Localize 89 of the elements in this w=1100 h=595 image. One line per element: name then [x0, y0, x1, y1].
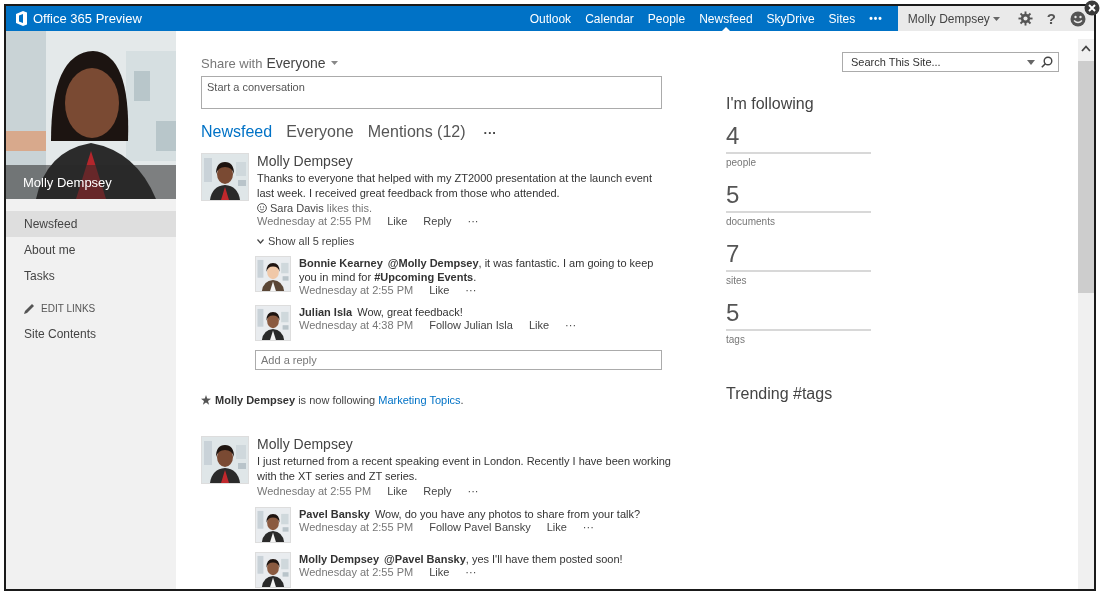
action-link[interactable]: Reply: [423, 215, 452, 227]
search-icon[interactable]: [1041, 56, 1053, 68]
caret-icon[interactable]: [1027, 60, 1035, 65]
action-link[interactable]: Like: [387, 215, 408, 227]
edit-links-link[interactable]: EDIT LINKS: [41, 303, 96, 314]
timestamp: Wednesday at 2:55 PM: [299, 284, 414, 296]
topic-link[interactable]: Marketing Topics: [378, 394, 461, 406]
pencil-icon: [24, 303, 35, 314]
nav-link[interactable]: Outlook: [522, 6, 579, 31]
post-text: I just returned from a recent speaking event in London. Recently I have been working with the XT series and ZT series.: [257, 454, 671, 484]
author-link[interactable]: Bonnie Kearney: [299, 257, 383, 269]
reply-field[interactable]: Add a reply: [255, 350, 662, 370]
sidebar-item[interactable]: Newsfeed: [6, 211, 176, 237]
action-link[interactable]: Follow Julian Isla: [429, 319, 513, 331]
audience-dropdown[interactable]: Everyone: [266, 55, 338, 71]
feed-tab[interactable]: Newsfeed: [201, 123, 273, 141]
nav-link[interactable]: SkyDrive: [759, 6, 822, 31]
search-field[interactable]: Search This Site...: [842, 52, 1059, 72]
sidebar-item[interactable]: About me: [6, 237, 176, 263]
chevron-down-icon: [257, 238, 264, 244]
action-link[interactable]: Like: [528, 319, 550, 331]
smiley-icon: [257, 203, 267, 213]
timestamp: Wednesday at 2:55 PM: [299, 566, 414, 578]
author-name[interactable]: Molly Dempsey: [257, 436, 671, 452]
action-link[interactable]: ···: [467, 485, 479, 497]
action-link[interactable]: ···: [467, 215, 479, 227]
section-title: I'm following: [726, 95, 815, 113]
more-link[interactable]: •••: [862, 6, 890, 31]
nav-link[interactable]: Newsfeed: [692, 6, 760, 31]
feed-tab[interactable]: Mentions (12): [367, 123, 466, 141]
user-menu[interactable]: Molly Dempsey: [907, 11, 1004, 26]
chevron-up-icon[interactable]: [1081, 45, 1091, 52]
timestamp: Wednesday at 2:55 PM: [257, 485, 372, 497]
close-icon[interactable]: [1084, 0, 1100, 16]
action-link[interactable]: Like: [546, 521, 567, 533]
stat-count[interactable]: 7: [726, 239, 871, 272]
author-link[interactable]: Julian Isla: [299, 306, 353, 318]
sidebar-item[interactable]: Site Contents: [6, 320, 176, 348]
author-name[interactable]: Molly Dempsey: [257, 153, 671, 169]
timestamp: Wednesday at 2:55 PM: [299, 521, 414, 533]
show-replies-link[interactable]: Show all 5 replies: [268, 235, 355, 247]
settings-icon[interactable]: [1017, 11, 1033, 26]
scrollbar-thumb[interactable]: [1078, 61, 1094, 293]
action-link[interactable]: Reply: [423, 485, 452, 497]
nav-link[interactable]: People: [640, 6, 693, 31]
stat-label: people: [726, 156, 758, 170]
app-title: Office 365 Preview: [33, 11, 142, 26]
scrollbar[interactable]: [1078, 39, 1094, 589]
stat-count[interactable]: 5: [726, 180, 871, 213]
timestamp: Wednesday at 4:38 PM: [299, 319, 414, 331]
reply-text: Julian Isla Wow, great feedback!: [299, 305, 464, 319]
action-link[interactable]: ···: [565, 319, 577, 331]
reply-text: Pavel Bansky Wow, do you have any photos to share from your talk?: [299, 507, 642, 521]
likes-text: Sara Davis likes this.: [270, 202, 373, 214]
feed-tab[interactable]: Everyone: [286, 123, 354, 141]
nav-link[interactable]: Calendar: [578, 6, 641, 31]
action-link[interactable]: Like: [429, 284, 450, 296]
share-label: Share with: [201, 55, 263, 71]
caret-icon: [330, 61, 338, 65]
action-link[interactable]: ···: [465, 284, 477, 296]
stat-label: documents: [726, 215, 776, 229]
section-title: Trending #tags: [726, 385, 834, 403]
action-link[interactable]: ···: [465, 566, 477, 578]
person-link[interactable]: Sara Davis: [270, 202, 324, 214]
action-link[interactable]: Like: [429, 566, 450, 578]
action-link[interactable]: Follow Pavel Bansky: [429, 521, 531, 533]
profile-name: Molly Dempsey: [22, 174, 112, 190]
sidebar-item[interactable]: Tasks: [6, 263, 176, 289]
nav-link[interactable]: Sites: [821, 6, 863, 31]
stat-count[interactable]: 5: [726, 298, 871, 331]
action-link[interactable]: Like: [387, 485, 408, 497]
timestamp: Wednesday at 2:55 PM: [257, 215, 372, 227]
stat-label: tags: [726, 333, 746, 347]
action-link[interactable]: ···: [582, 521, 594, 533]
author-link[interactable]: Molly Dempsey: [299, 553, 380, 565]
reply-text: Bonnie Kearney @Molly Dempsey, it was fantastic. I am going to keep you in mind for #Upcoming Events.: [299, 256, 655, 284]
smiley-icon[interactable]: [1070, 10, 1086, 27]
post-text: Thanks to everyone that helped with my ZT2000 presentation at the launch event last week. I received great feedback from those who attended.: [257, 171, 654, 201]
conversation-field[interactable]: Start a conversation: [201, 76, 662, 109]
stat-count[interactable]: 4: [726, 121, 871, 154]
activity-text: Molly Dempsey is now following Marketing Topics.: [215, 394, 464, 406]
help-button[interactable]: ?: [1046, 10, 1056, 27]
author-link[interactable]: Pavel Bansky: [299, 508, 370, 520]
star-icon: [201, 395, 211, 405]
more-link[interactable]: ···: [483, 124, 497, 140]
reply-text: Molly Dempsey @Pavel Bansky, yes I'll have them posted soon!: [299, 552, 624, 566]
stat-label: sites: [726, 274, 748, 288]
caret-icon: [992, 16, 1000, 21]
office-logo-icon: [15, 11, 28, 26]
